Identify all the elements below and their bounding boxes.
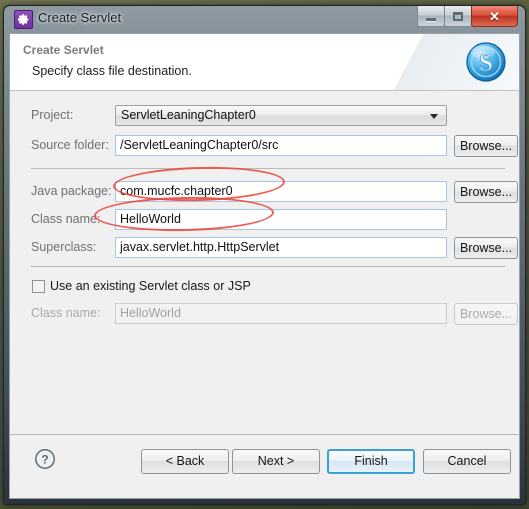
java-package-label: Java package:: [31, 184, 112, 198]
field-row-source-folder: Source folder: /ServletLeaningChapter0/s…: [10, 135, 519, 157]
field-row-superclass: Superclass: javax.servlet.http.HttpServl…: [10, 237, 519, 259]
gear-icon: [14, 10, 33, 29]
minimize-icon: [426, 17, 436, 21]
next-button[interactable]: Next >: [232, 449, 320, 474]
field-row-existing-class-name: Class name: HelloWorld Browse...: [10, 303, 519, 325]
superclass-input[interactable]: javax.servlet.http.HttpServlet: [115, 237, 447, 258]
field-row-use-existing: Use an existing Servlet class or JSP: [10, 277, 519, 299]
project-value: ServletLeaningChapter0: [121, 108, 256, 122]
finish-button[interactable]: Finish: [327, 449, 415, 474]
separator-1: [31, 168, 505, 169]
title-bar[interactable]: Create Servlet ✕: [9, 6, 520, 33]
superclass-browse-button[interactable]: Browse...: [454, 237, 518, 259]
use-existing-label: Use an existing Servlet class or JSP: [50, 279, 251, 293]
existing-class-name-browse-button: Browse...: [454, 303, 518, 325]
eclipse-s-badge-icon: S: [465, 41, 507, 83]
wizard-subtitle: Specify class file destination.: [32, 64, 192, 78]
dialog-client-area: Create Servlet Specify class file destin…: [9, 33, 520, 499]
field-row-project: Project: ServletLeaningChapter0: [10, 105, 519, 127]
project-label: Project:: [31, 108, 74, 122]
cancel-button[interactable]: Cancel: [423, 449, 511, 474]
java-package-input[interactable]: com.mucfc.chapter0: [115, 181, 447, 202]
svg-text:?: ?: [41, 453, 48, 467]
close-icon: ✕: [489, 8, 500, 24]
form-area: Project: ServletLeaningChapter0 Source f…: [10, 91, 519, 436]
window-controls: ✕: [417, 6, 518, 27]
back-button[interactable]: < Back: [141, 449, 229, 474]
field-row-class-name: Class name: HelloWorld: [10, 209, 519, 231]
field-row-java-package: Java package: com.mucfc.chapter0 Browse.…: [10, 181, 519, 203]
source-folder-input[interactable]: /ServletLeaningChapter0/src: [115, 135, 447, 156]
java-package-browse-button[interactable]: Browse...: [454, 181, 518, 203]
source-folder-label: Source folder:: [31, 138, 109, 152]
class-name-label: Class name:: [31, 212, 101, 226]
superclass-label: Superclass:: [31, 240, 97, 254]
maximize-button[interactable]: [444, 6, 472, 27]
use-existing-checkbox[interactable]: [32, 280, 45, 293]
help-icon[interactable]: ?: [34, 448, 56, 470]
maximize-icon: [453, 11, 463, 21]
wizard-header: Create Servlet Specify class file destin…: [10, 34, 519, 91]
minimize-button[interactable]: [417, 6, 445, 27]
existing-class-name-label: Class name:: [31, 306, 101, 320]
wizard-title: Create Servlet: [23, 43, 104, 57]
project-combobox[interactable]: ServletLeaningChapter0: [115, 105, 447, 126]
chevron-down-icon: [430, 114, 438, 119]
dialog-button-bar: ? < Back Next > Finish Cancel: [10, 434, 519, 498]
window-title: Create Servlet: [38, 10, 122, 25]
class-name-input[interactable]: HelloWorld: [115, 209, 447, 230]
separator-2: [31, 266, 505, 267]
create-servlet-dialog: Create Servlet ✕ Create Servlet Specify …: [3, 5, 526, 505]
existing-class-name-input: HelloWorld: [115, 303, 447, 324]
close-button[interactable]: ✕: [471, 6, 518, 27]
svg-text:S: S: [479, 50, 493, 77]
source-folder-browse-button[interactable]: Browse...: [454, 135, 518, 157]
